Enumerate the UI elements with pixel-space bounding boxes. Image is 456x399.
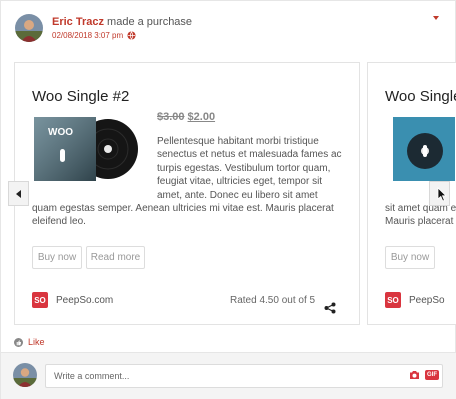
buy-now-button[interactable]: Buy now <box>32 246 82 269</box>
comment-bar: Write a comment... GIF <box>1 352 456 399</box>
camera-icon[interactable] <box>409 370 420 380</box>
chevron-down-icon[interactable] <box>431 14 441 22</box>
author-name-link[interactable]: Eric Tracz <box>52 16 104 28</box>
store-logo[interactable]: SO <box>32 292 48 308</box>
description-spacer <box>32 135 157 202</box>
gif-icon[interactable]: GIF <box>425 370 439 380</box>
product-title[interactable]: Woo Single <box>385 88 456 105</box>
author-avatar[interactable] <box>15 14 43 42</box>
carousel-prev-button[interactable] <box>8 181 29 206</box>
author-line: Eric Tracz made a purchase <box>52 16 192 28</box>
product-card: Woo Single #2 WOO $3.00 $2.00 Pellentesq… <box>14 62 360 325</box>
product-carousel: Woo Single #2 WOO $3.00 $2.00 Pellentesq… <box>1 56 456 328</box>
product-price: $3.00 $2.00 <box>157 111 215 123</box>
activity-post: Eric Tracz made a purchase 02/08/2018 3:… <box>0 0 456 399</box>
mouse-pointer-icon <box>437 187 447 202</box>
post-meta: 02/08/2018 3:07 pm <box>52 31 136 40</box>
sale-price: $2.00 <box>187 111 216 123</box>
thumbs-up-icon <box>14 337 23 347</box>
post-action-text: made a purchase <box>107 16 193 28</box>
current-user-avatar[interactable] <box>13 363 37 387</box>
store-name-link[interactable]: PeepSo.com <box>56 295 113 306</box>
buy-now-button[interactable]: Buy now <box>385 246 435 269</box>
store-logo[interactable]: SO <box>385 292 401 308</box>
post-timestamp[interactable]: 02/08/2018 3:07 pm <box>52 31 123 40</box>
like-button[interactable]: Like <box>14 337 45 347</box>
description-text: sit amet quam e Mauris placerat <box>385 203 456 228</box>
product-rating: Rated 4.50 out of 5 <box>230 295 316 306</box>
comment-input[interactable]: Write a comment... <box>45 364 443 388</box>
read-more-button[interactable]: Read more <box>86 246 145 269</box>
product-description: Pellentesque habitant morbi tristique se… <box>32 135 344 229</box>
product-title[interactable]: Woo Single #2 <box>32 88 129 105</box>
store-name-link[interactable]: PeepSo <box>409 295 445 306</box>
chevron-left-icon <box>15 189 21 198</box>
share-icon[interactable] <box>324 302 336 314</box>
old-price: $3.00 <box>157 111 185 123</box>
like-label: Like <box>28 337 45 347</box>
globe-icon[interactable] <box>127 31 136 40</box>
